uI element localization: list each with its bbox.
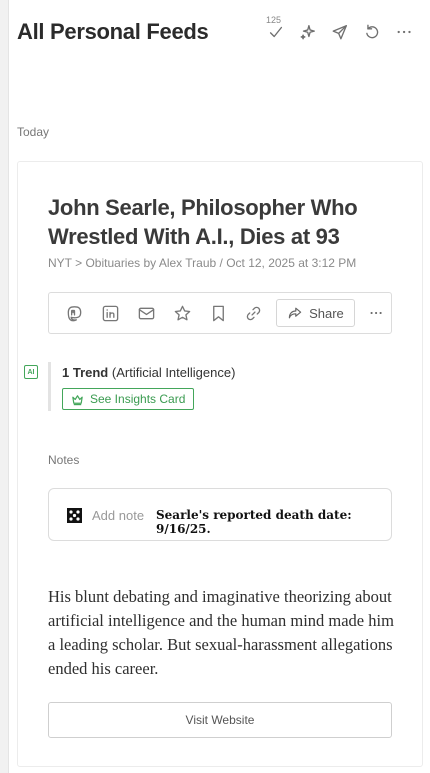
more-icon xyxy=(397,30,411,34)
article-more-button[interactable] xyxy=(361,298,391,328)
article-card: John Searle, Philosopher Who Wrestled Wi… xyxy=(17,161,423,767)
mastodon-share-button[interactable] xyxy=(57,293,93,333)
send-icon xyxy=(332,25,347,40)
ai-trend-icon: AI xyxy=(24,365,38,379)
ellipsis-icon xyxy=(370,312,382,314)
visit-website-button[interactable]: Visit Website xyxy=(48,702,392,738)
mark-all-read-button[interactable]: 125 xyxy=(260,15,292,48)
insights-button-label: See Insights Card xyxy=(90,392,186,406)
article-summary: His blunt debating and imaginative theor… xyxy=(48,587,394,678)
left-rail xyxy=(0,0,9,773)
read-later-button[interactable] xyxy=(200,293,236,333)
bookmark-icon xyxy=(212,305,224,321)
add-note-placeholder[interactable]: Add note xyxy=(92,508,144,523)
link-icon xyxy=(247,306,261,320)
page-title: All Personal Feeds xyxy=(17,19,209,44)
header-toolbar: 125 xyxy=(260,15,420,48)
trend-divider xyxy=(48,362,51,411)
share-button-label: Share xyxy=(309,305,344,321)
ai-button[interactable] xyxy=(292,16,324,48)
mail-icon xyxy=(138,307,155,319)
copy-link-button[interactable] xyxy=(236,293,272,333)
share-button[interactable]: Share xyxy=(275,299,356,327)
refresh-icon xyxy=(366,24,379,39)
section-label-today: Today xyxy=(17,125,50,139)
linkedin-share-button[interactable] xyxy=(93,293,129,333)
trend-summary: 1 Trend (Artificial Intelligence) xyxy=(62,365,235,380)
note-input-box[interactable]: Add note Searle's reported death date: 9… xyxy=(48,488,392,541)
check-icon xyxy=(269,26,283,38)
email-share-button[interactable] xyxy=(129,293,165,333)
see-insights-card-button[interactable]: See Insights Card xyxy=(62,388,194,410)
article-meta: NYT > Obituaries by Alex Traub / Oct 12,… xyxy=(48,256,357,270)
notes-label: Notes xyxy=(48,453,80,467)
note-text: Searle's reported death date: 9/16/25. xyxy=(156,508,352,536)
favorite-button[interactable] xyxy=(164,293,200,333)
share-arrow-icon xyxy=(288,307,302,319)
refresh-button[interactable] xyxy=(356,16,388,48)
crown-icon xyxy=(72,394,83,405)
unread-count: 125 xyxy=(266,15,282,25)
star-icon xyxy=(174,305,191,320)
trend-topic: (Artificial Intelligence) xyxy=(111,365,236,380)
article-action-bar: Share xyxy=(48,292,392,334)
linkedin-icon xyxy=(102,305,119,321)
more-options-button[interactable] xyxy=(388,16,420,48)
mastodon-icon xyxy=(68,305,82,321)
send-button[interactable] xyxy=(324,16,356,48)
sparkle-icon xyxy=(300,25,315,40)
note-pattern-icon xyxy=(67,508,82,523)
article-headline[interactable]: John Searle, Philosopher Who Wrestled Wi… xyxy=(48,193,398,251)
trend-count: 1 Trend xyxy=(62,365,109,380)
